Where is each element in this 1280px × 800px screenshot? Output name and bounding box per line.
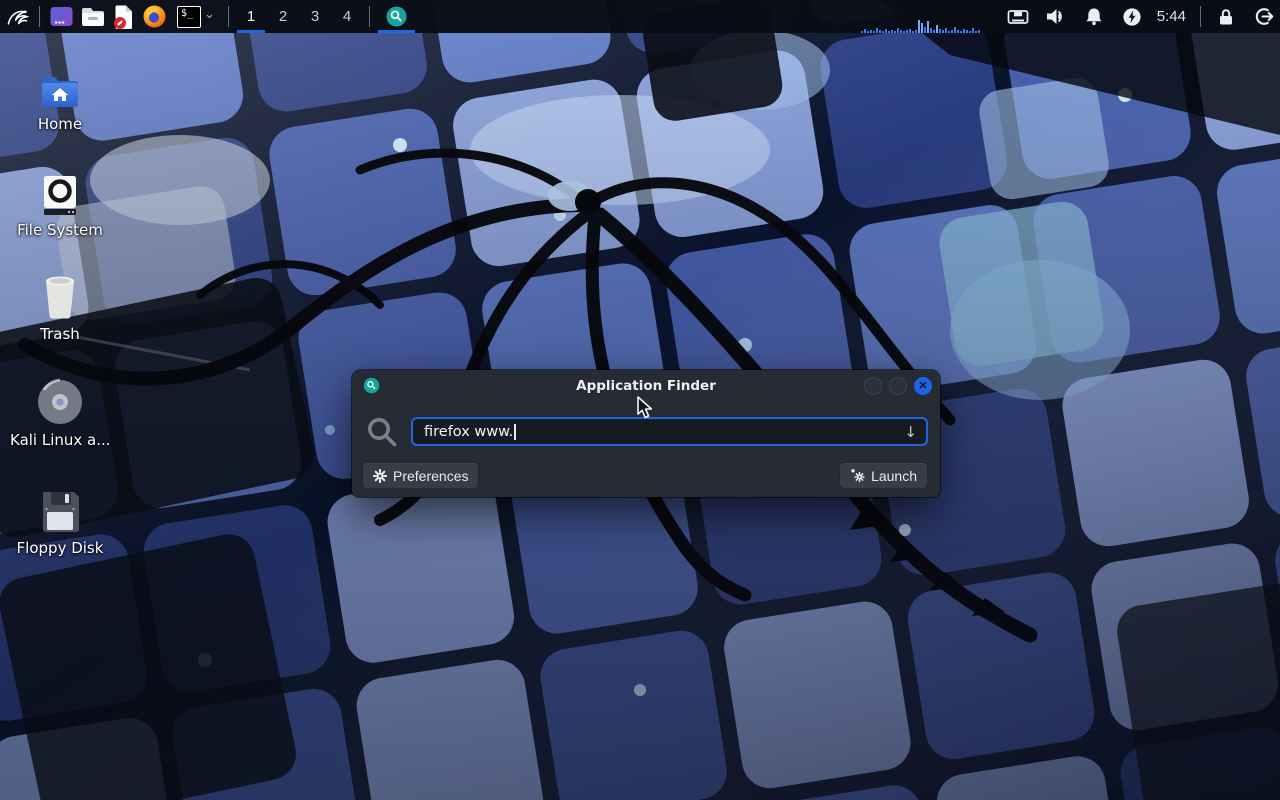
qterminal-icon <box>49 4 74 29</box>
trash-icon <box>10 268 110 320</box>
gear-icon <box>373 469 387 483</box>
dropdown-arrow-icon[interactable]: ↓ <box>904 423 917 441</box>
notifications-bell-icon[interactable] <box>1082 0 1106 33</box>
desktop-icon-label: File System <box>10 221 110 239</box>
panel-separator <box>39 6 40 27</box>
desktop-icon-kali-linux[interactable]: Kali Linux a... <box>10 374 110 449</box>
search-input[interactable]: firefox www. ↓ <box>411 417 928 446</box>
terminal-emulator-launcher[interactable] <box>46 0 77 33</box>
text-editor-launcher[interactable] <box>108 0 139 33</box>
logout-icon[interactable] <box>1252 0 1276 33</box>
network-tray-icon[interactable] <box>1006 0 1030 33</box>
workspace-3[interactable]: 3 <box>299 0 331 33</box>
system-monitor-graph[interactable] <box>861 0 993 33</box>
text-caret <box>514 424 516 440</box>
firefox-launcher[interactable] <box>139 0 170 33</box>
workspace-3-label: 3 <box>311 8 319 25</box>
volume-tray-icon[interactable] <box>1044 0 1068 33</box>
window-title: Application Finder <box>352 378 940 394</box>
preferences-label: Preferences <box>393 468 468 484</box>
maximize-button[interactable] <box>889 377 907 395</box>
kali-logo-icon <box>5 5 29 29</box>
power-manager-tray-icon[interactable] <box>1120 0 1144 33</box>
floppy-icon <box>10 482 110 534</box>
chevron-down-icon: ⌄ <box>204 9 215 19</box>
run-gears-icon <box>850 468 865 483</box>
text-editor-icon <box>112 4 136 30</box>
optical-disc-icon <box>10 374 110 426</box>
desktop-icon-file-system[interactable]: File System <box>10 164 110 239</box>
close-button[interactable]: ✕ <box>914 377 932 395</box>
top-panel: $_ ⌄ 1 2 3 4 <box>0 0 1280 33</box>
workspace-4[interactable]: 4 <box>331 0 363 33</box>
application-finder-icon <box>385 5 408 28</box>
panel-separator <box>228 6 229 27</box>
firefox-icon <box>142 4 167 29</box>
home-folder-icon <box>10 58 110 110</box>
search-icon <box>366 416 398 448</box>
desktop-icon-label: Home <box>10 115 110 133</box>
launch-button[interactable]: Launch <box>839 462 928 489</box>
desktop-icon-trash[interactable]: Trash <box>10 268 110 343</box>
workspace-1-label: 1 <box>247 8 255 25</box>
desktop-icon-home[interactable]: Home <box>10 58 110 133</box>
minimize-button[interactable] <box>864 377 882 395</box>
applications-menu-button[interactable] <box>0 0 33 33</box>
file-manager-icon <box>80 5 106 29</box>
terminal-icon: $_ <box>177 6 201 28</box>
desktop-icon-floppy-disk[interactable]: Floppy Disk <box>10 482 110 557</box>
preferences-button[interactable]: Preferences <box>362 462 479 489</box>
desktop-icon-label: Floppy Disk <box>10 539 110 557</box>
panel-clock[interactable]: 5:44 <box>1157 8 1186 25</box>
tasklist-application-finder[interactable] <box>378 0 415 33</box>
lock-screen-icon[interactable] <box>1214 0 1238 33</box>
panel-separator <box>369 6 370 27</box>
desktop: $_ ⌄ 1 2 3 4 <box>0 0 1280 800</box>
search-input-value: firefox www. <box>424 424 513 440</box>
desktop-icon-label: Trash <box>10 325 110 343</box>
desktop-icon-label: Kali Linux a... <box>10 431 110 449</box>
launch-label: Launch <box>871 468 917 484</box>
panel-separator <box>1200 6 1201 27</box>
titlebar[interactable]: Application Finder ✕ <box>352 370 940 402</box>
application-finder-window: Application Finder ✕ firefox www. ↓ <box>352 370 940 497</box>
terminal-dropdown-launcher[interactable]: $_ ⌄ <box>170 0 222 33</box>
file-manager-launcher[interactable] <box>77 0 108 33</box>
workspace-switcher: 1 2 3 4 <box>235 0 363 33</box>
workspace-1[interactable]: 1 <box>235 0 267 33</box>
drive-icon <box>10 164 110 216</box>
workspace-2[interactable]: 2 <box>267 0 299 33</box>
workspace-4-label: 4 <box>343 8 351 25</box>
workspace-2-label: 2 <box>279 8 287 25</box>
